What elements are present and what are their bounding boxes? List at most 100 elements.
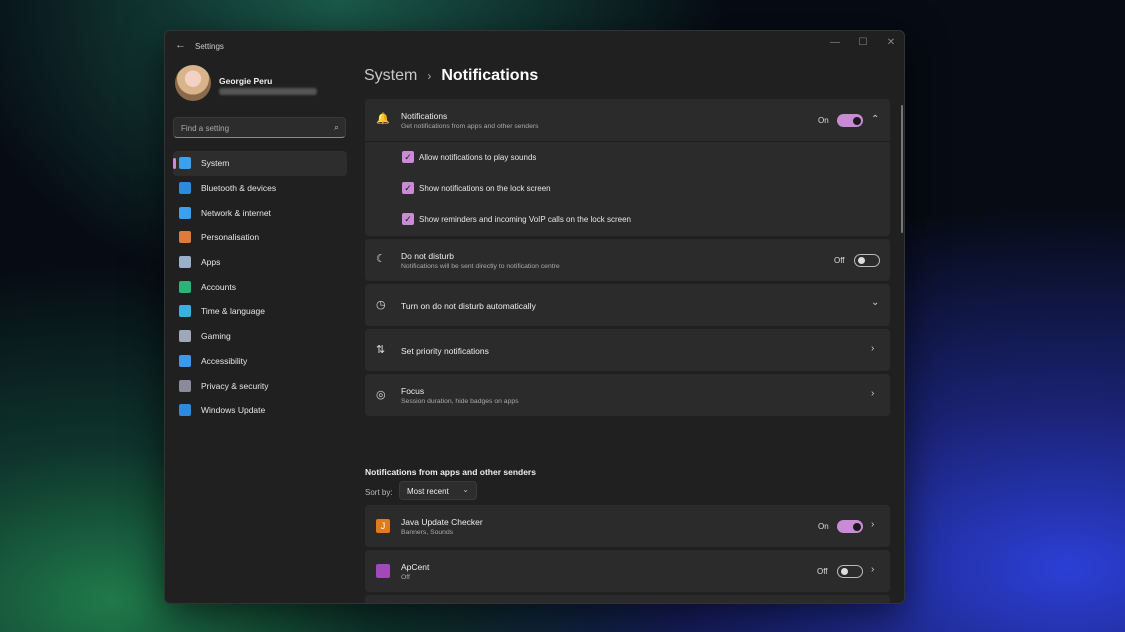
sidebar-item-label: Personalisation: [201, 232, 260, 243]
app-state: On: [818, 522, 829, 531]
checkbox[interactable]: ✓: [402, 151, 414, 163]
chevron-right-icon[interactable]: ›: [871, 564, 874, 575]
sidebar-item-network-internet[interactable]: Network & internet: [173, 200, 347, 225]
app-row[interactable]: J Java Update Checker Banners, Sounds On ›: [365, 505, 890, 547]
sidebar-item-label: Accounts: [201, 281, 236, 292]
sidebar-item-label: System: [201, 158, 230, 169]
sidebar-item-windows-update[interactable]: Windows Update: [173, 398, 347, 423]
sidebar-item-label: Time & language: [201, 306, 265, 317]
brush-icon: [179, 231, 191, 244]
apps-section-heading: Notifications from apps and other sender…: [365, 467, 536, 477]
app-toggle[interactable]: [837, 565, 863, 578]
breadcrumb-system[interactable]: System: [364, 67, 417, 85]
sort-dropdown[interactable]: Most recent ⌄: [399, 481, 477, 500]
person-icon: [179, 280, 191, 293]
maximize-button[interactable]: ☐: [855, 37, 871, 48]
chevron-down-icon: ⌄: [462, 485, 469, 494]
wifi-icon: [179, 206, 191, 219]
sidebar-item-accessibility[interactable]: Accessibility: [173, 349, 347, 374]
chevron-right-icon[interactable]: ›: [871, 343, 874, 354]
sidebar-item-label: Apps: [201, 257, 221, 268]
notifications-header[interactable]: 🔔 Notifications Get notifications from a…: [365, 99, 890, 141]
chevron-right-icon[interactable]: ›: [871, 519, 874, 530]
app-row[interactable]: ApCent Off Off ›: [365, 550, 890, 592]
search-icon[interactable]: ⌕: [334, 122, 339, 133]
page-title: Notifications: [441, 67, 539, 84]
priority-icon: ⇅: [376, 344, 386, 356]
checkbox[interactable]: ✓: [402, 182, 414, 194]
chevron-right-icon[interactable]: ›: [871, 388, 874, 399]
sidebar-item-time-language[interactable]: Time & language: [173, 299, 347, 324]
close-button[interactable]: ✕: [883, 37, 899, 48]
scrollbar[interactable]: [901, 105, 903, 233]
chevron-up-icon[interactable]: ⌃: [871, 114, 879, 125]
app-name: Java Update Checker: [401, 517, 483, 527]
sidebar-nav: System Bluetooth & devices Network & inter…: [173, 151, 347, 423]
search-placeholder: Find a setting: [181, 124, 230, 133]
app-state: Off: [817, 567, 828, 576]
avatar[interactable]: [175, 65, 211, 101]
checkbox[interactable]: ✓: [402, 213, 414, 225]
dnd-auto-title: Turn on do not disturb automatically: [401, 301, 536, 311]
sidebar-item-label: Bluetooth & devices: [201, 183, 277, 194]
sidebar-item-system[interactable]: System: [173, 151, 347, 176]
app-icon: [376, 564, 390, 578]
gamepad-icon: [179, 330, 191, 343]
sidebar-item-accounts[interactable]: Accounts: [173, 274, 347, 299]
dnd-subtitle: Notifications will be sent directly to n…: [401, 263, 560, 270]
sidebar-item-label: Gaming: [201, 331, 231, 342]
apps-icon: [179, 256, 191, 269]
user-email-blurred: [219, 88, 317, 95]
back-arrow-icon[interactable]: ←: [175, 39, 186, 51]
app-icon: J: [376, 519, 390, 533]
priority-card[interactable]: ⇅ Set priority notifications ›: [365, 329, 890, 371]
focus-icon: ◎: [376, 389, 386, 401]
sort-value: Most recent: [407, 487, 449, 496]
sidebar-item-bluetooth-devices[interactable]: Bluetooth & devices: [173, 176, 347, 201]
priority-title: Set priority notifications: [401, 346, 489, 356]
app-name: ApCent: [401, 562, 430, 572]
update-icon: [179, 404, 191, 417]
app-title: Settings: [195, 42, 224, 51]
option-row-sounds[interactable]: ✓ Allow notifications to play sounds: [365, 142, 890, 172]
sidebar-item-label: Accessibility: [201, 355, 248, 366]
sort-label: Sort by:: [365, 488, 393, 497]
sidebar-item-personalisation[interactable]: Personalisation: [173, 225, 347, 250]
app-subtitle: Banners, Sounds: [401, 529, 454, 536]
user-name: Georgie Peru: [219, 76, 273, 86]
shield-icon: [179, 379, 191, 392]
focus-card[interactable]: ◎ Focus Session duration, hide badges on…: [365, 374, 890, 416]
settings-window: ← Settings — ☐ ✕ Georgie Peru Find a set…: [164, 30, 905, 604]
option-row-voip[interactable]: ✓ Show reminders and incoming VoIP calls…: [365, 204, 890, 234]
dnd-toggle[interactable]: [854, 254, 880, 267]
dnd-auto-card[interactable]: ◷ Turn on do not disturb automatically ⌄: [365, 284, 890, 326]
do-not-disturb-icon: ☾: [376, 253, 386, 265]
app-toggle[interactable]: [837, 520, 863, 533]
notifications-toggle[interactable]: [837, 114, 863, 127]
sidebar-item-label: Network & internet: [201, 207, 271, 218]
monitor-icon: [179, 157, 191, 170]
notifications-card: 🔔 Notifications Get notifications from a…: [365, 99, 890, 236]
sidebar-item-privacy-security[interactable]: Privacy & security: [173, 373, 347, 398]
dnd-state: Off: [834, 256, 845, 265]
option-label: Show reminders and incoming VoIP calls o…: [419, 215, 631, 224]
sidebar-item-apps[interactable]: Apps: [173, 250, 347, 275]
chevron-down-icon[interactable]: ⌄: [871, 297, 879, 308]
sidebar-item-label: Windows Update: [201, 405, 266, 416]
bell-icon: 🔔: [376, 113, 390, 125]
search-input[interactable]: Find a setting ⌕: [173, 117, 346, 138]
minimize-button[interactable]: —: [827, 37, 843, 48]
notifications-subtitle: Get notifications from apps and other se…: [401, 123, 539, 130]
focus-title: Focus: [401, 386, 425, 396]
clock-icon: ◷: [376, 299, 386, 311]
sidebar-item-gaming[interactable]: Gaming: [173, 324, 347, 349]
option-row-lock-screen[interactable]: ✓ Show notifications on the lock screen: [365, 173, 890, 203]
app-row[interactable]: ▦AutoPlayBanners, SoundsOn›: [365, 595, 890, 603]
notifications-state: On: [818, 116, 829, 125]
option-label: Allow notifications to play sounds: [419, 153, 537, 162]
main-content: 🔔 Notifications Get notifications from a…: [365, 99, 890, 603]
title-bar: ← Settings — ☐ ✕: [165, 31, 904, 61]
option-label: Show notifications on the lock screen: [419, 184, 551, 193]
sidebar-item-label: Privacy & security: [201, 380, 269, 391]
dnd-card[interactable]: ☾ Do not disturb Notifications will be s…: [365, 239, 890, 281]
